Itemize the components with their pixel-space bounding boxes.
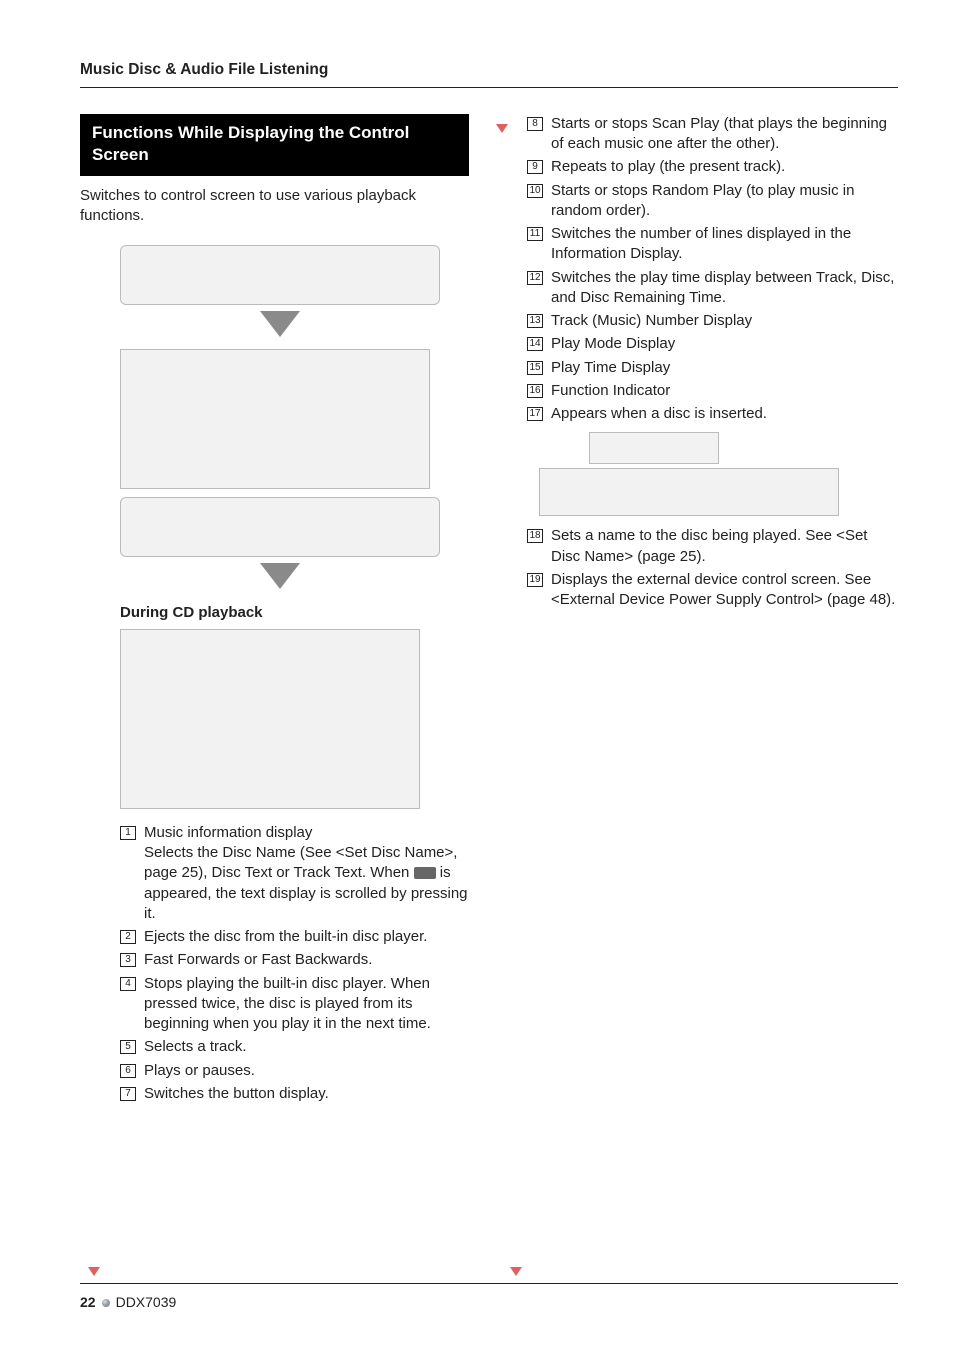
arrow-down-icon bbox=[260, 311, 300, 337]
callout-text: Switches the number of lines displayed i… bbox=[551, 224, 898, 265]
callout-text: Sets a name to the disc being played. Se… bbox=[551, 526, 898, 567]
callout-number: 17 bbox=[527, 407, 543, 421]
callout-text: Selects a track. bbox=[144, 1037, 469, 1057]
callout-text: Ejects the disc from the built-in disc p… bbox=[144, 927, 469, 947]
footer-rule bbox=[80, 1283, 898, 1284]
callout-number: 2 bbox=[120, 930, 136, 944]
two-column-layout: Functions While Displaying the Control S… bbox=[80, 114, 898, 1107]
callout-number: 9 bbox=[527, 160, 543, 174]
callout-number: 5 bbox=[120, 1040, 136, 1054]
callout-item: 15 Play Time Display bbox=[527, 358, 898, 378]
callout-item: 10 Starts or stops Random Play (to play m… bbox=[527, 181, 898, 222]
callout-item: 1 Music information display Selects the … bbox=[120, 823, 469, 924]
callout-item: 3 Fast Forwards or Fast Backwards. bbox=[120, 950, 469, 970]
callout-number: 3 bbox=[120, 953, 136, 967]
callout-text: Play Mode Display bbox=[551, 334, 898, 354]
callout-number: 12 bbox=[527, 271, 543, 285]
callout-item: 13 Track (Music) Number Display bbox=[527, 311, 898, 331]
scroll-icon bbox=[414, 867, 436, 879]
right-column: 8 Starts or stops Scan Play (that plays t… bbox=[509, 114, 898, 1107]
footer-dot-icon bbox=[102, 1299, 110, 1307]
callout-text: Starts or stops Random Play (to play mus… bbox=[551, 181, 898, 222]
sub-heading-cd-playback: During CD playback bbox=[120, 603, 469, 623]
callout-number: 4 bbox=[120, 977, 136, 991]
callout-list-right-b: 18 Sets a name to the disc being played. … bbox=[527, 526, 898, 610]
callout-item: 8 Starts or stops Scan Play (that plays t… bbox=[527, 114, 898, 155]
column-continuation-marker-right bbox=[510, 1267, 522, 1276]
figure-playback-icons bbox=[589, 432, 719, 464]
callout-list-left: 1 Music information display Selects the … bbox=[120, 823, 469, 1104]
callout-number: 16 bbox=[527, 384, 543, 398]
callout-number: 8 bbox=[527, 117, 543, 131]
intro-text: Switches to control screen to use variou… bbox=[80, 186, 469, 227]
callout-item: 9 Repeats to play (the present track). bbox=[527, 157, 898, 177]
callout-number: 7 bbox=[120, 1087, 136, 1101]
callout-number: 15 bbox=[527, 361, 543, 375]
callout-number: 14 bbox=[527, 337, 543, 351]
callout-text: Plays or pauses. bbox=[144, 1061, 469, 1081]
callout-number: 6 bbox=[120, 1064, 136, 1078]
callout-text: Switches the button display. bbox=[144, 1084, 469, 1104]
callout-text: Stops playing the built-in disc player. … bbox=[144, 974, 469, 1035]
callout-number: 18 bbox=[527, 529, 543, 543]
callout-text: Function Indicator bbox=[551, 381, 898, 401]
page-footer: 22 DDX7039 bbox=[80, 1293, 176, 1312]
callout-item: 16 Function Indicator bbox=[527, 381, 898, 401]
callout-text: Starts or stops Scan Play (that plays th… bbox=[551, 114, 898, 155]
callout-text: Repeats to play (the present track). bbox=[551, 157, 898, 177]
callout-number: 1 bbox=[120, 826, 136, 840]
callout-item: 12 Switches the play time display between… bbox=[527, 268, 898, 309]
section-title: Music Disc & Audio File Listening bbox=[80, 60, 898, 88]
callout-text: Displays the external device control scr… bbox=[551, 570, 898, 611]
callout-item: 17 Appears when a disc is inserted. bbox=[527, 404, 898, 424]
callout-item: 4 Stops playing the built-in disc player… bbox=[120, 974, 469, 1035]
callout-text: Switches the play time display between T… bbox=[551, 268, 898, 309]
callout-item: 14 Play Mode Display bbox=[527, 334, 898, 354]
model-name: DDX7039 bbox=[116, 1293, 177, 1312]
callout-item: 7 Switches the button display. bbox=[120, 1084, 469, 1104]
callout-number: 13 bbox=[527, 314, 543, 328]
callout-item: 18 Sets a name to the disc being played. … bbox=[527, 526, 898, 567]
figure-cd-playback-annotated bbox=[120, 629, 420, 809]
column-continuation-marker-top bbox=[496, 124, 508, 133]
page-number: 22 bbox=[80, 1293, 96, 1312]
callout-text: Appears when a disc is inserted. bbox=[551, 404, 898, 424]
callout-item: 11 Switches the number of lines displayed… bbox=[527, 224, 898, 265]
callout-number: 10 bbox=[527, 184, 543, 198]
left-column: Functions While Displaying the Control S… bbox=[80, 114, 469, 1107]
callout-item: 2 Ejects the disc from the built-in disc… bbox=[120, 927, 469, 947]
figure-device-top-1 bbox=[120, 245, 440, 305]
callout-item: 5 Selects a track. bbox=[120, 1037, 469, 1057]
callout-list-right-a: 8 Starts or stops Scan Play (that plays t… bbox=[527, 114, 898, 425]
callout-text: Fast Forwards or Fast Backwards. bbox=[144, 950, 469, 970]
callout-number: 11 bbox=[527, 227, 543, 241]
callout-text: Play Time Display bbox=[551, 358, 898, 378]
figure-screen-playback bbox=[120, 349, 430, 489]
callout-item: 6 Plays or pauses. bbox=[120, 1061, 469, 1081]
arrow-down-icon bbox=[260, 563, 300, 589]
callout-text: Track (Music) Number Display bbox=[551, 311, 898, 331]
callout-item: 19 Displays the external device control s… bbox=[527, 570, 898, 611]
column-continuation-marker-left bbox=[88, 1267, 100, 1276]
figure-device-top-2 bbox=[120, 497, 440, 557]
callout-number: 19 bbox=[527, 573, 543, 587]
figure-status-bar-annotated bbox=[539, 468, 839, 516]
callout-text: Music information display Selects the Di… bbox=[144, 823, 469, 924]
subsection-heading-box: Functions While Displaying the Control S… bbox=[80, 114, 469, 176]
